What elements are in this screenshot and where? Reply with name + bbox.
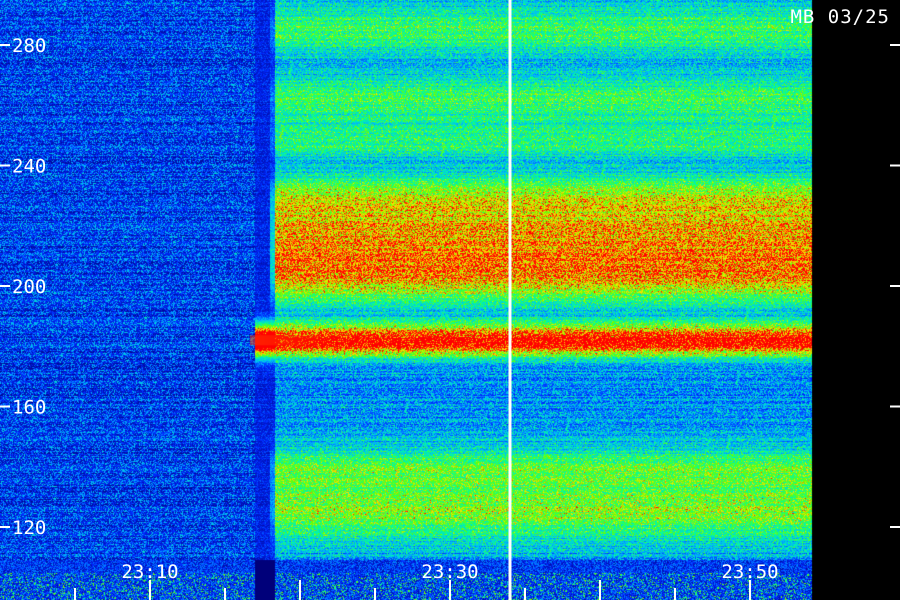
station-date-label: MB 03/25 xyxy=(790,6,890,28)
y-tick-label: 200 xyxy=(12,276,46,298)
x-tick-label: 23:10 xyxy=(121,561,178,583)
y-axis-ticks: 280 240 200 160 120 xyxy=(0,35,900,539)
y-tick-label: 240 xyxy=(12,156,46,178)
x-tick-label: 23:30 xyxy=(421,561,478,583)
x-tick-label: 23:50 xyxy=(721,561,778,583)
y-tick-label: 280 xyxy=(12,35,46,57)
x-axis-ticks: 23:10 23:30 23:50 xyxy=(74,561,779,600)
spectrogram-axes: 280 240 200 160 120 23:10 23:30 23:50 xyxy=(0,0,900,600)
y-tick-label: 160 xyxy=(12,397,46,419)
y-tick-label: 120 xyxy=(12,517,46,539)
